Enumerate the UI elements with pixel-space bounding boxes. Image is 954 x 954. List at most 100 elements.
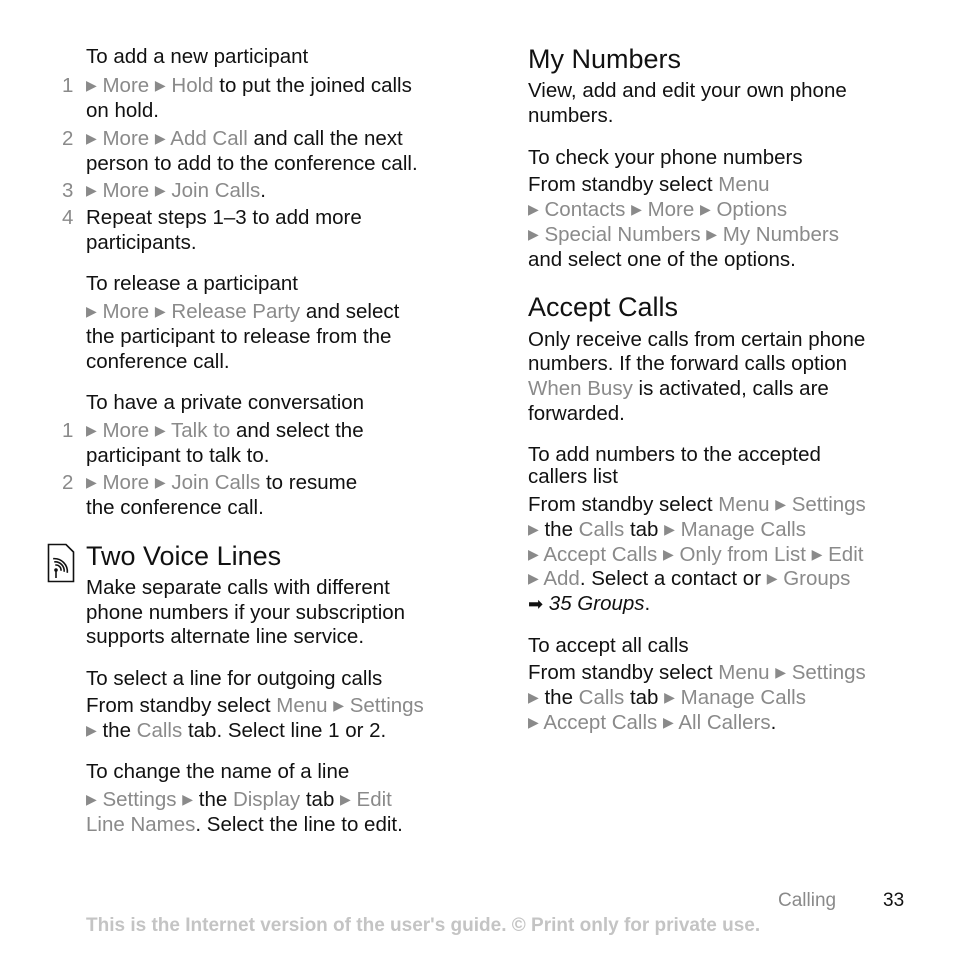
menu-ref: Settings [791,661,866,684]
instruction-text: ▶ the Calls tab ▶ Manage Calls [528,685,806,710]
text: to resume [260,471,358,494]
network-service-icon [47,543,75,583]
arrow-icon: ▶ [663,546,674,562]
step-number: 4 [62,206,74,229]
instruction-text: ▶ the Calls tab. Select line 1 or 2. [86,718,386,743]
text: to put the joined calls [213,74,412,97]
arrow-icon: ▶ [631,201,642,217]
menu-ref: Only from List [679,543,806,566]
text: and select the [230,419,364,442]
arrow-icon: ▶ [86,182,97,198]
step-text: ▶ More ▶ Talk to and select the [86,418,364,443]
step-text: ▶ More ▶ Add Call and call the next [86,126,403,151]
instruction-text: ▶ Accept Calls ▶ Only from List ▶ Edit [528,542,863,567]
body-text: forwarded. [528,402,625,425]
menu-ref: More [647,198,695,221]
instruction-text: ▶ Add. Select a contact or ▶ Groups [528,566,850,591]
menu-ref: Calls [578,686,625,709]
arrow-icon: ▶ [154,77,166,93]
text: and call the next [247,127,403,150]
text: the [193,788,233,811]
text: and select [300,300,400,323]
menu-ref: Settings [102,788,177,811]
instruction-text: ▶ the Calls tab ▶ Manage Calls [528,517,806,542]
menu-ref: More [102,74,150,97]
arrow-icon: ▶ [86,130,97,146]
step-text: ▶ More ▶ Join Calls. [86,178,266,203]
instruction-text: ▶ Special Numbers ▶ My Numbers [528,222,839,247]
menu-ref: Edit [356,788,392,811]
text: tab [624,686,665,709]
instruction-text: and select one of the options. [528,248,796,271]
heading-add-accepted: callers list [528,465,618,488]
text: From standby select [528,173,719,196]
text: . [644,592,651,615]
menu-ref: Menu [718,173,770,196]
arrow-icon: ▶ [528,546,539,562]
arrow-icon: ▶ [664,689,675,705]
menu-ref: Accept Calls [543,543,658,566]
section-title-two-voice-lines: Two Voice Lines [86,541,282,571]
step-number: 2 [62,471,74,494]
step-text: person to add to the conference call. [86,152,418,175]
arrow-icon: ▶ [528,521,539,537]
arrow-icon: ▶ [775,664,787,680]
menu-ref: Add Call [170,127,248,150]
arrow-icon: ▶ [182,791,194,807]
menu-ref: Calls [136,719,183,742]
menu-ref: Display [232,788,301,811]
arrow-icon: ▶ [333,697,345,713]
menu-ref: Manage Calls [680,686,806,709]
menu-ref: Release Party [171,300,301,323]
heading-change-line-name: To change the name of a line [86,760,350,783]
step-number: 1 [62,419,74,442]
menu-ref: Contacts [544,198,626,221]
instruction-text: ▶ Accept Calls ▶ All Callers. [528,710,776,735]
heading-add-participant: To add a new participant [86,45,309,68]
text: From standby select [528,493,719,516]
text: . Select a contact or [579,567,767,590]
text: tab [300,788,341,811]
menu-ref: More [102,419,150,442]
text: . [770,711,777,734]
menu-ref: My Numbers [722,223,839,246]
menu-ref: Calls [578,518,625,541]
arrow-icon: ▶ [663,714,674,730]
footer-section: Calling [778,890,837,911]
cross-reference: ➡ 35 Groups. [528,591,650,617]
arrow-icon: ▶ [86,722,97,738]
body-text: phone numbers if your subscription [86,601,406,624]
menu-ref: Add [543,567,580,590]
arrow-icon: ▶ [528,570,539,586]
step-text: participants. [86,231,197,254]
text: the [538,686,579,709]
menu-ref: Settings [349,694,424,717]
instruction-text: Line Names. Select the line to edit. [86,812,403,837]
menu-ref: Settings [791,493,866,516]
heading-check-numbers: To check your phone numbers [528,146,803,169]
menu-ref: Options [716,198,788,221]
arrow-icon: ▶ [528,201,539,217]
arrow-icon: ▶ [528,226,539,242]
page-number: 33 [883,890,905,911]
step-text: ▶ More ▶ Join Calls to resume [86,470,357,495]
menu-ref: Menu [718,661,770,684]
menu-ref: Manage Calls [680,518,806,541]
arrow-icon: ▶ [86,303,97,319]
menu-ref: Talk to [171,419,231,442]
instruction-text: From standby select Menu ▶ Settings [528,492,866,517]
arrow-icon: ▶ [154,303,166,319]
release-text: the participant to release from the [86,325,392,348]
body-text: View, add and edit your own phone [528,79,847,102]
text: From standby select [528,661,719,684]
step-number: 3 [62,179,74,202]
menu-ref: Join Calls [171,471,261,494]
body-text: numbers. [528,104,614,127]
release-text: ▶ More ▶ Release Party and select [86,299,399,324]
menu-ref: Line Names [86,813,196,836]
text: . Select the line to edit. [195,813,403,836]
menu-ref: More [102,179,150,202]
heading-accept-all: To accept all calls [528,634,689,657]
body-text: When Busy is activated, calls are [528,376,829,401]
text: the [538,518,579,541]
